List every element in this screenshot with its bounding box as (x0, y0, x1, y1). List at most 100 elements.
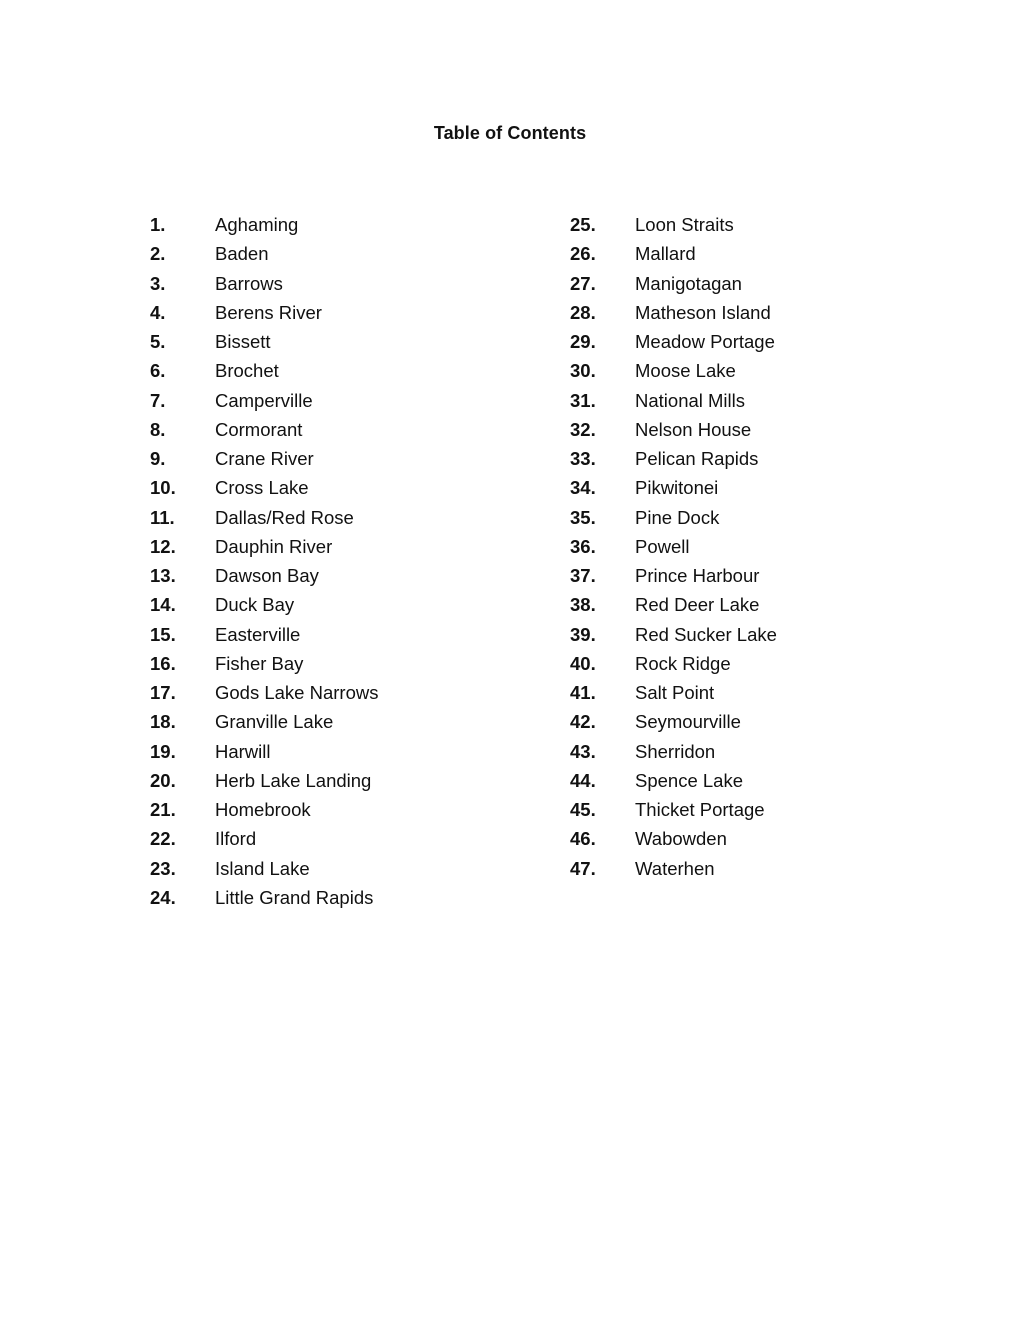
toc-entry-number: 29. (570, 331, 596, 352)
toc-entry-name: Cross Lake (215, 477, 309, 499)
toc-entry-number: 4. (150, 301, 166, 323)
toc-entry-name: Gods Lake Narrows (215, 682, 379, 703)
toc-entry: 29. Meadow Portage (570, 330, 777, 359)
toc-entry-number: 10. (150, 477, 176, 499)
toc-entry-number: 20. (150, 769, 176, 791)
toc-entry: 18. Granville Lake (150, 710, 378, 739)
toc-entry-number: 41. (570, 682, 596, 703)
toc-entry-number: 31. (570, 389, 596, 411)
toc-entry-name: Homebrook (215, 799, 311, 820)
toc-entry: 28. Matheson Island (570, 301, 777, 330)
toc-entry-number: 30. (570, 360, 596, 382)
toc-entry: 20. Herb Lake Landing (150, 769, 378, 798)
toc-entry-name: Sherridon (635, 740, 716, 762)
toc-entry-name: National Mills (635, 389, 746, 411)
toc-column-left: 1. Aghaming 2. Baden 3. Barrows 4. Beren… (150, 213, 378, 915)
toc-entry: 24. Little Grand Rapids (150, 886, 378, 915)
toc-entry: 10. Cross Lake (150, 476, 378, 505)
toc-entry-number: 16. (150, 652, 176, 674)
toc-entry: 38. Red Deer Lake (570, 593, 777, 622)
toc-entry: 5. Bissett (150, 330, 378, 359)
toc-entry: 21. Homebrook (150, 798, 378, 827)
toc-entry-number: 17. (150, 682, 176, 703)
toc-entry-name: Wabowden (635, 828, 727, 850)
toc-entry: 43. Sherridon (570, 740, 777, 769)
toc-entry-number: 39. (570, 623, 596, 645)
page-title: Table of Contents (433, 123, 587, 143)
toc-entry-number: 12. (150, 535, 176, 557)
toc-entry-number: 6. (150, 360, 166, 382)
toc-entry-number: 38. (570, 594, 596, 616)
toc-entry-number: 47. (570, 857, 596, 879)
toc-entry-number: 37. (570, 565, 596, 586)
toc-entry-name: Granville Lake (215, 711, 334, 733)
toc-entry-name: Easterville (215, 623, 301, 645)
toc-entry: 25. Loon Straits (570, 213, 777, 242)
toc-entry: 22. Ilford (150, 827, 378, 856)
toc-entry: 31. National Mills (570, 389, 777, 418)
toc-entry-number: 8. (150, 418, 166, 440)
toc-entry-number: 23. (150, 857, 176, 879)
toc-entry-name: Camperville (215, 389, 313, 411)
toc-entry-number: 21. (150, 799, 176, 820)
toc-entry: 23. Island Lake (150, 857, 378, 886)
toc-entry-number: 35. (570, 506, 596, 528)
toc-entry: 7. Camperville (150, 389, 378, 418)
toc-entry-name: Red Deer Lake (635, 594, 760, 616)
toc-entry-number: 42. (570, 711, 596, 733)
toc-entry-name: Pine Dock (635, 506, 720, 528)
toc-entry-name: Cormorant (215, 418, 303, 440)
toc-entry-number: 43. (570, 740, 596, 762)
toc-entry-number: 33. (570, 448, 596, 469)
toc-entry-number: 22. (150, 828, 176, 850)
toc-entry: 41. Salt Point (570, 681, 777, 710)
toc-entry-number: 26. (570, 243, 596, 265)
toc-entry-name: Barrows (215, 272, 283, 294)
toc-entry: 1. Aghaming (150, 213, 378, 242)
toc-entry-name: Berens River (215, 301, 322, 323)
toc-entry-name: Prince Harbour (635, 565, 760, 586)
toc-entry-number: 40. (570, 652, 596, 674)
toc-entry-number: 19. (150, 740, 176, 762)
toc-entry-name: Spence Lake (635, 769, 744, 791)
toc-entry-name: Harwill (215, 740, 271, 762)
toc-entry-name: Seymourville (635, 711, 741, 733)
toc-entry-number: 7. (150, 389, 166, 411)
toc-entry-number: 9. (150, 448, 166, 469)
toc-entry: 32. Nelson House (570, 418, 777, 447)
toc-entry-name: Manigotagan (635, 272, 742, 294)
toc-entry: 4. Berens River (150, 301, 378, 330)
toc-entry: 26. Mallard (570, 242, 777, 271)
toc-entry: 2. Baden (150, 242, 378, 271)
toc-entry-name: Moose Lake (635, 360, 736, 382)
toc-entry-name: Thicket Portage (635, 799, 765, 820)
toc-entry: 36. Powell (570, 535, 777, 564)
toc-column-right: 25. Loon Straits 26. Mallard 27. Manigot… (570, 213, 777, 886)
toc-entry-name: Fisher Bay (215, 652, 304, 674)
toc-entry: 14. Duck Bay (150, 593, 378, 622)
toc-entry-name: Pelican Rapids (635, 448, 759, 469)
toc-entry-name: Island Lake (215, 857, 310, 879)
toc-entry-name: Brochet (215, 360, 279, 382)
toc-entry: 17. Gods Lake Narrows (150, 681, 378, 710)
toc-entry-name: Herb Lake Landing (215, 769, 372, 791)
toc-entry: 8. Cormorant (150, 418, 378, 447)
toc-entry: 27. Manigotagan (570, 272, 777, 301)
toc-entry-number: 46. (570, 828, 596, 850)
toc-entry-number: 18. (150, 711, 176, 733)
toc-entry-number: 1. (150, 214, 166, 235)
toc-entry: 19. Harwill (150, 740, 378, 769)
toc-entry: 15. Easterville (150, 623, 378, 652)
toc-entry-number: 11. (150, 506, 175, 528)
toc-entry-name: Ilford (215, 828, 257, 850)
toc-entry: 46. Wabowden (570, 827, 777, 856)
toc-entry-number: 3. (150, 272, 166, 294)
toc-entry-number: 32. (570, 418, 596, 440)
toc-entry: 35. Pine Dock (570, 506, 777, 535)
toc-entry-number: 28. (570, 301, 596, 323)
toc-entry: 30. Moose Lake (570, 359, 777, 388)
toc-entry-name: Meadow Portage (635, 331, 775, 352)
toc-entry: 11. Dallas/Red Rose (150, 506, 378, 535)
toc-entry-name: Bissett (215, 331, 271, 352)
toc-entry: 13. Dawson Bay (150, 564, 378, 593)
